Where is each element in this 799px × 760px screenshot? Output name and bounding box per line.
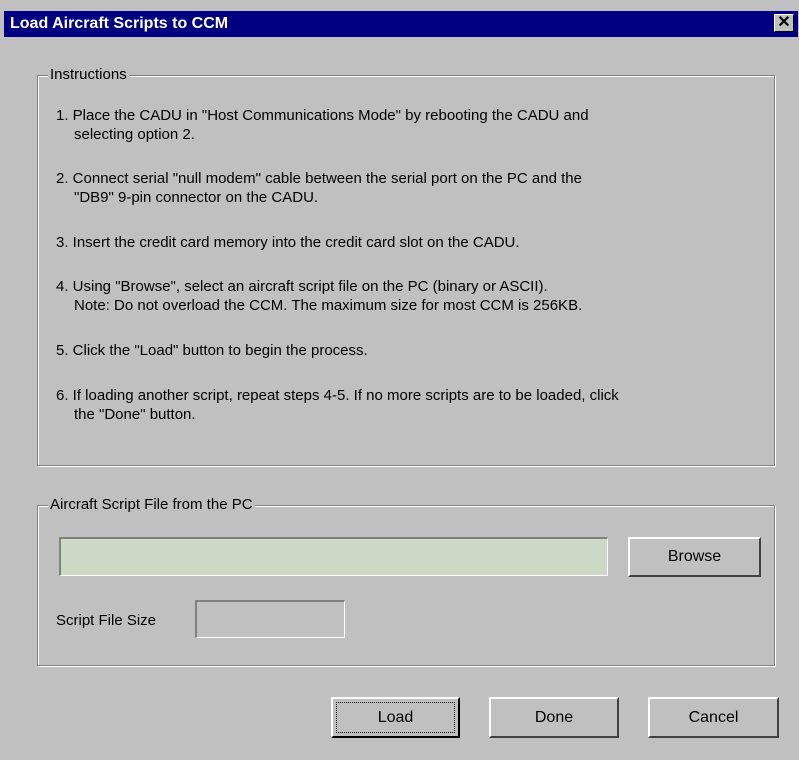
step-2-line-1: 2. Connect serial "null modem" cable bet… [56, 170, 582, 187]
cancel-button[interactable]: Cancel [648, 697, 779, 738]
instruction-step-2: 2. Connect serial "null modem" cable bet… [56, 169, 766, 207]
title-bar[interactable]: Load Aircraft Scripts to CCM ✕ [4, 11, 798, 37]
script-file-group-label: Aircraft Script File from the PC [48, 496, 255, 514]
step-4-line-2: Note: Do not overload the CCM. The maxim… [74, 297, 583, 314]
instruction-step-5: 5. Click the "Load" button to begin the … [56, 341, 766, 360]
script-file-group: Aircraft Script File from the PC Browse … [37, 496, 775, 666]
browse-button[interactable]: Browse [628, 537, 761, 577]
step-6-line-1: 6. If loading another script, repeat ste… [56, 387, 619, 404]
instruction-step-3: 3. Insert the credit card memory into th… [56, 233, 766, 252]
instruction-step-6: 6. If loading another script, repeat ste… [56, 386, 766, 424]
instruction-step-1: 1. Place the CADU in "Host Communication… [56, 106, 766, 144]
instructions-group-label: Instructions [48, 66, 129, 84]
step-1-line-1: 1. Place the CADU in "Host Communication… [56, 107, 589, 124]
load-button[interactable]: Load [331, 697, 460, 738]
step-4-line-1: 4. Using "Browse", select an aircraft sc… [56, 278, 548, 295]
close-button[interactable]: ✕ [774, 14, 794, 32]
step-3-line-1: 3. Insert the credit card memory into th… [56, 234, 520, 251]
script-path-field[interactable] [59, 537, 608, 576]
script-file-size-label: Script File Size [56, 612, 157, 629]
instructions-group: Instructions 1. Place the CADU in "Host … [37, 66, 775, 466]
step-5-line-1: 5. Click the "Load" button to begin the … [56, 342, 368, 359]
close-icon: ✕ [777, 14, 791, 31]
step-2-line-2: "DB9" 9-pin connector on the CADU. [74, 189, 319, 206]
window-title: Load Aircraft Scripts to CCM [10, 15, 229, 32]
instruction-step-4: 4. Using "Browse", select an aircraft sc… [56, 277, 766, 315]
step-1-line-2: selecting option 2. [74, 126, 195, 143]
step-6-line-2: the "Done" button. [74, 406, 196, 423]
done-button[interactable]: Done [489, 697, 619, 738]
load-scripts-dialog: Load Aircraft Scripts to CCM ✕ Instructi… [0, 0, 799, 760]
script-file-size-field [195, 600, 345, 638]
